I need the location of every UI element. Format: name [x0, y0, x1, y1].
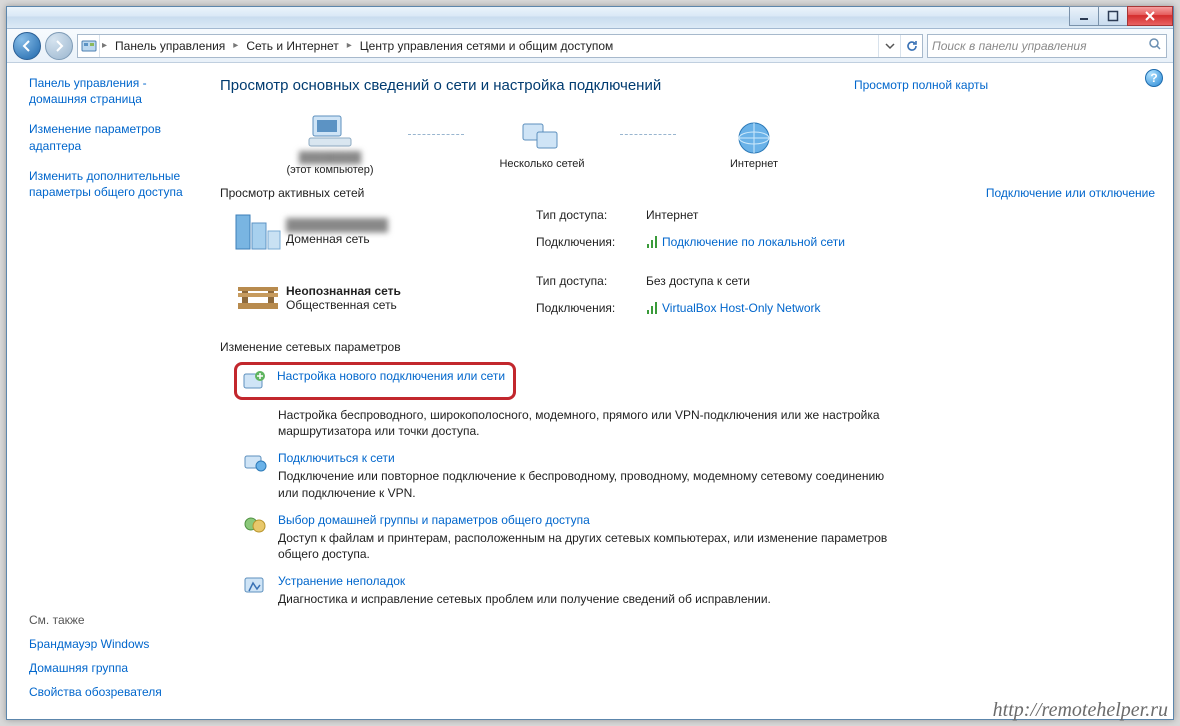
breadcrumb-network-internet[interactable]: Сеть и Интернет	[240, 39, 344, 53]
sidebar-homegroup-link[interactable]: Домашняя группа	[29, 661, 192, 675]
network-type-domain: Доменная сеть	[286, 232, 370, 246]
multiple-networks-label: Несколько сетей	[499, 158, 584, 170]
homegroup-link[interactable]: Выбор домашней группы и параметров общег…	[278, 513, 898, 527]
nav-back-button[interactable]	[13, 32, 41, 60]
search-icon	[1148, 37, 1162, 54]
address-bar[interactable]: ▸ Панель управления ▸ Сеть и Интернет ▸ …	[77, 34, 923, 58]
setup-connection-icon	[241, 369, 267, 393]
connection-icon	[646, 235, 658, 249]
access-type-value: Без доступа к сети	[646, 274, 821, 295]
control-panel-icon	[78, 35, 100, 57]
troubleshoot-icon	[242, 574, 268, 598]
multiple-networks-icon	[519, 118, 565, 158]
help-icon[interactable]: ?	[1145, 69, 1163, 87]
sidebar: Панель управления - домашняя страница Из…	[7, 63, 202, 719]
main-panel: ? Просмотр основных сведений о сети и на…	[202, 63, 1173, 719]
homegroup-desc: Доступ к файлам и принтерам, расположенн…	[278, 530, 898, 562]
connection-line	[408, 134, 464, 135]
nav-forward-button[interactable]	[45, 32, 73, 60]
sidebar-sharing-settings[interactable]: Изменить дополнительные параметры общего…	[29, 168, 192, 200]
network-name-blurred: ████████████	[286, 218, 496, 232]
close-button[interactable]	[1127, 6, 1173, 26]
this-computer-label: (этот компьютер)	[286, 164, 373, 176]
domain-network-icon	[230, 208, 286, 256]
access-type-label: Тип доступа:	[536, 208, 646, 229]
active-networks-header: Просмотр активных сетей	[220, 186, 364, 200]
window: ▸ Панель управления ▸ Сеть и Интернет ▸ …	[6, 6, 1174, 720]
sidebar-firewall-link[interactable]: Брандмауэр Windows	[29, 637, 192, 651]
search-placeholder: Поиск в панели управления	[932, 39, 1148, 53]
sidebar-browser-link[interactable]: Свойства обозревателя	[29, 685, 192, 699]
maximize-button[interactable]	[1098, 6, 1128, 26]
computer-icon	[307, 112, 353, 152]
setup-new-connection-desc: Настройка беспроводного, широкополосного…	[278, 407, 898, 439]
homegroup-icon	[242, 513, 268, 537]
internet-icon	[731, 118, 777, 158]
highlighted-action-setup-new: Настройка нового подключения или сети	[234, 362, 516, 400]
internet-label: Интернет	[730, 158, 778, 170]
access-type-label: Тип доступа:	[536, 274, 646, 295]
public-network-icon	[230, 274, 286, 322]
watermark: http://remotehelper.ru	[993, 699, 1168, 722]
connect-network-icon	[242, 451, 268, 475]
connect-network-desc: Подключение или повторное подключение к …	[278, 468, 898, 500]
refresh-button[interactable]	[900, 35, 922, 57]
chevron-right-icon: ▸	[100, 40, 109, 51]
chevron-right-icon: ▸	[345, 40, 354, 51]
connections-label: Подключения:	[536, 235, 646, 256]
navbar: ▸ Панель управления ▸ Сеть и Интернет ▸ …	[7, 29, 1173, 63]
addressbar-dropdown-button[interactable]	[878, 35, 900, 57]
breadcrumb-control-panel[interactable]: Панель управления	[109, 39, 231, 53]
unidentified-network-name: Неопознанная сеть	[286, 284, 496, 298]
sidebar-seealso-title: См. также	[29, 613, 192, 627]
connection-icon	[646, 301, 658, 315]
chevron-right-icon: ▸	[231, 40, 240, 51]
connect-disconnect-link[interactable]: Подключение или отключение	[986, 186, 1155, 200]
titlebar[interactable]	[7, 7, 1173, 29]
sidebar-adapter-settings[interactable]: Изменение параметров адаптера	[29, 121, 192, 153]
troubleshoot-link[interactable]: Устранение неполадок	[278, 574, 771, 588]
access-type-value: Интернет	[646, 208, 845, 229]
troubleshoot-desc: Диагностика и исправление сетевых пробле…	[278, 591, 771, 607]
minimize-button[interactable]	[1069, 6, 1099, 26]
full-map-link[interactable]: Просмотр полной карты	[854, 78, 988, 92]
sidebar-home-link[interactable]: Панель управления - домашняя страница	[29, 75, 192, 107]
page-title: Просмотр основных сведений о сети и наст…	[220, 77, 1155, 94]
breadcrumb-network-center[interactable]: Центр управления сетями и общим доступом	[354, 39, 620, 53]
connect-network-link[interactable]: Подключиться к сети	[278, 451, 898, 465]
lan-connection-link[interactable]: Подключение по локальной сети	[646, 235, 845, 256]
search-input[interactable]: Поиск в панели управления	[927, 34, 1167, 58]
change-settings-header: Изменение сетевых параметров	[220, 340, 1155, 354]
network-type-public: Общественная сеть	[286, 298, 397, 312]
connection-line	[620, 134, 676, 135]
computer-name-blurred: ████████	[299, 152, 361, 164]
setup-new-connection-link[interactable]: Настройка нового подключения или сети	[277, 369, 505, 383]
connections-label: Подключения:	[536, 301, 646, 322]
vbox-connection-link[interactable]: VirtualBox Host-Only Network	[646, 301, 821, 322]
